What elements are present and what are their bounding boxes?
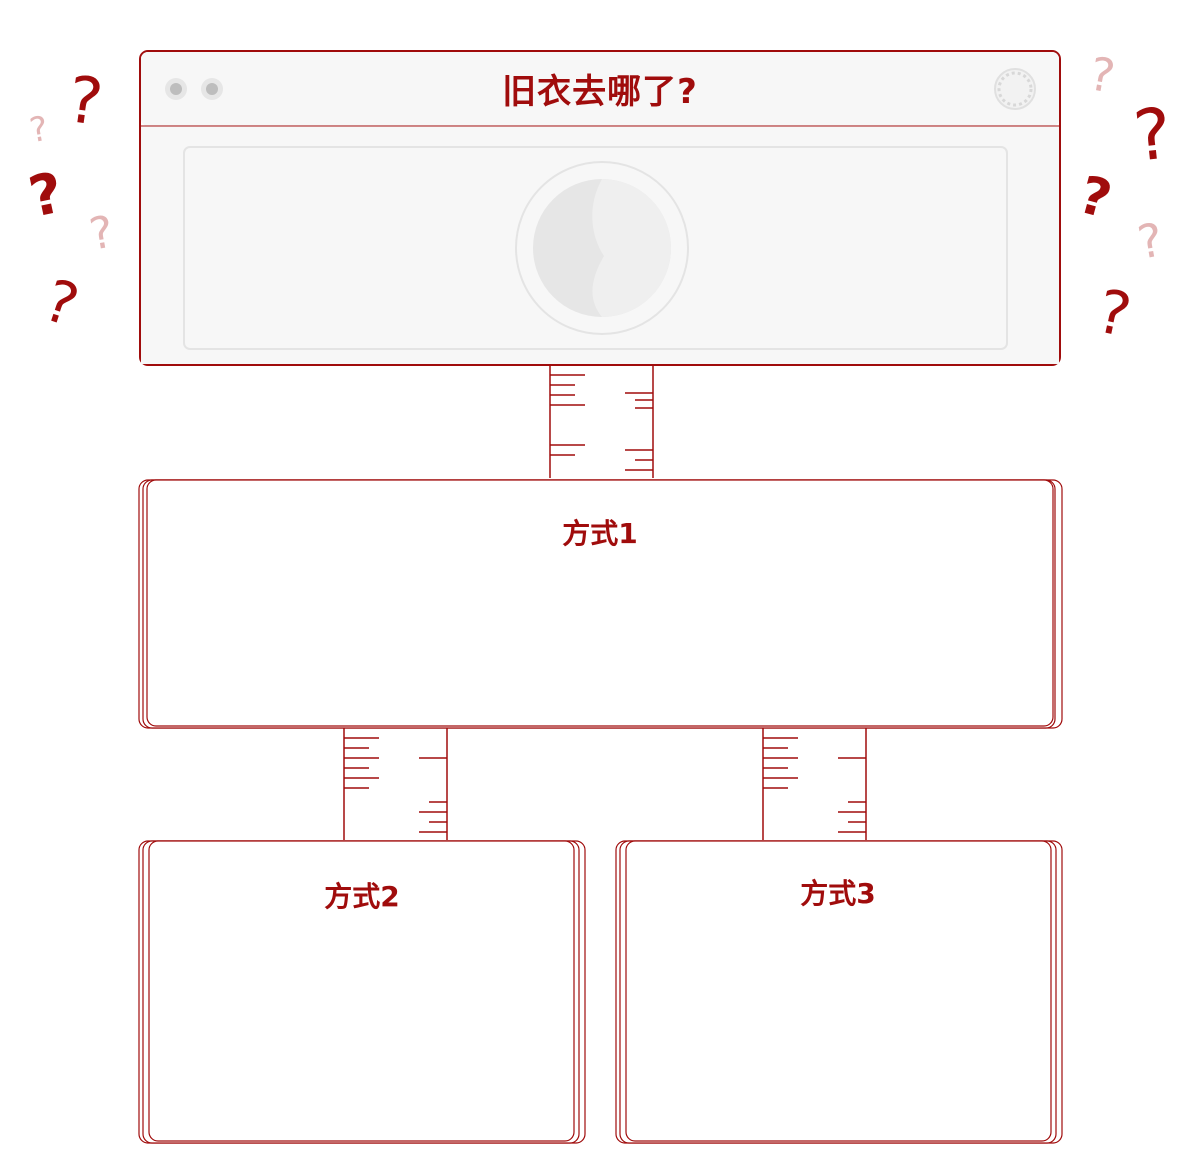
box-label-3: 方式3: [800, 877, 876, 910]
washing-machine-drum-icon: [515, 161, 689, 335]
connector-ruler: [549, 365, 654, 478]
box-label-2: 方式2: [324, 880, 400, 913]
box-label-1: 方式1: [562, 517, 638, 550]
connector-ruler: [343, 728, 448, 840]
page-title: 旧衣去哪了?: [502, 72, 698, 112]
question-mark-icon: ?: [1129, 92, 1176, 178]
connector-ruler: [762, 728, 867, 840]
dashed-circle-icon: [994, 68, 1036, 110]
diagram-canvas: [138, 50, 1063, 1144]
